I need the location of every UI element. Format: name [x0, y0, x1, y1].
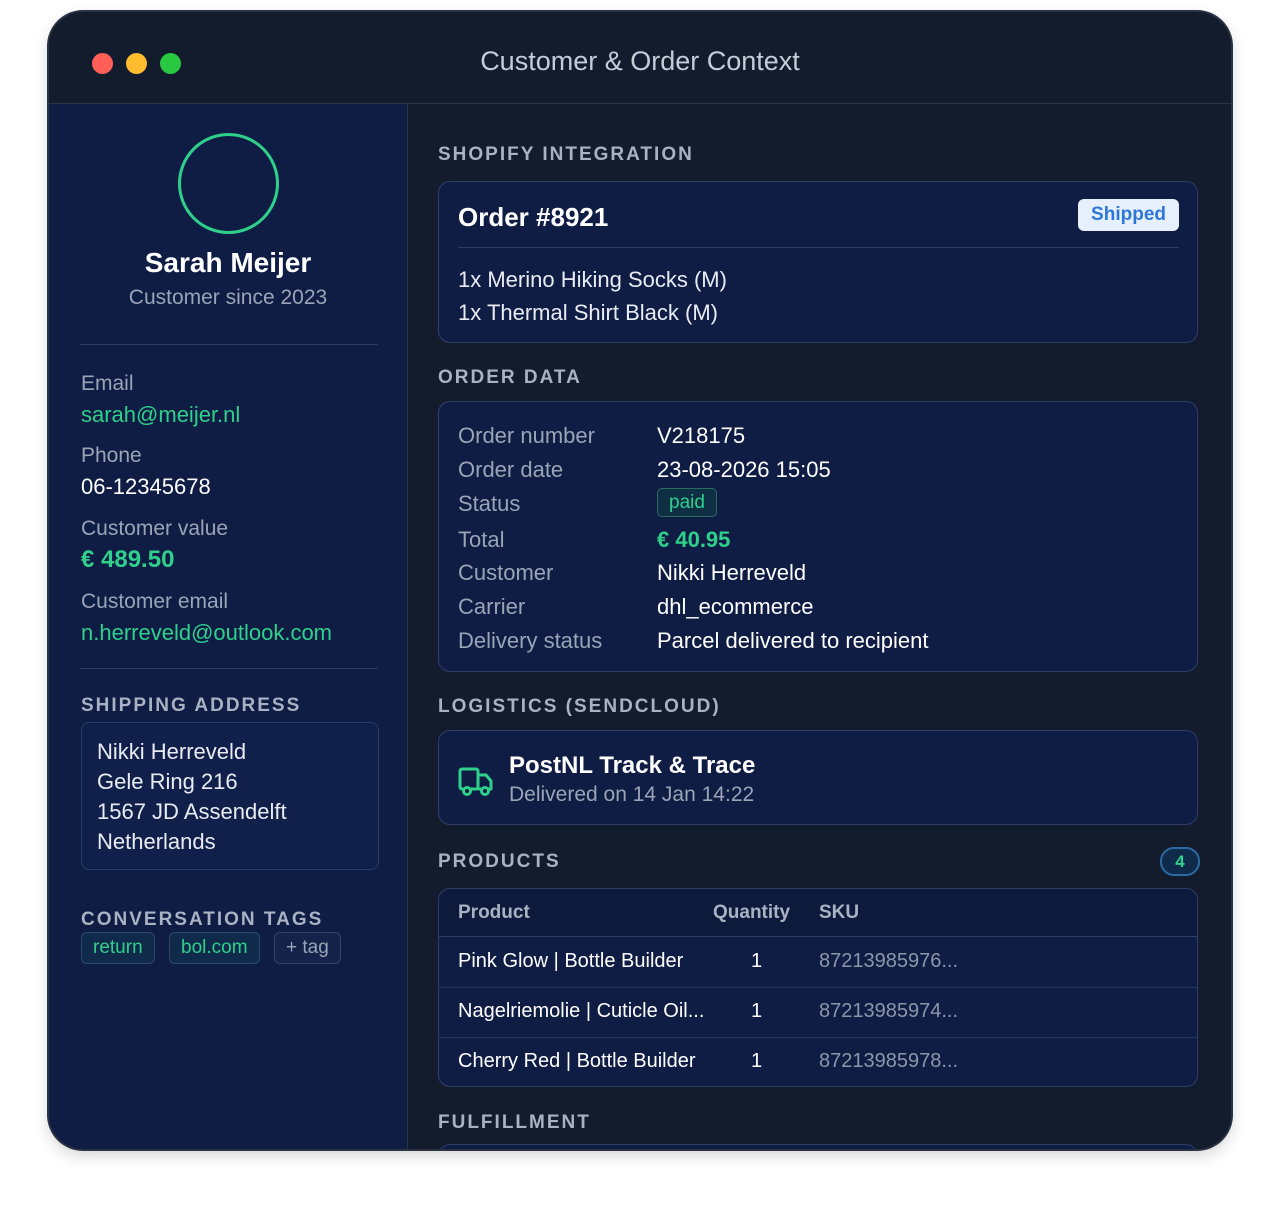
- column-header-quantity: Quantity: [713, 902, 791, 923]
- product-sku: 87213985976...: [819, 950, 959, 972]
- tracking-card[interactable]: PostNL Track & Trace Delivered on 14 Jan…: [438, 730, 1198, 825]
- shopify-integration-heading: SHOPIFY INTEGRATION: [438, 144, 694, 165]
- table-row[interactable]: Pink Glow | Bottle Builder 1 87213985976…: [439, 937, 1197, 988]
- customer-sidebar: Sarah Meijer Customer since 2023 Email s…: [49, 104, 408, 1149]
- status-label: Status: [458, 491, 521, 516]
- table-row[interactable]: Cherry Red | Bottle Builder 1 8721398597…: [439, 1037, 1197, 1086]
- tracking-title: PostNL Track & Trace: [509, 752, 756, 779]
- products-count-badge: 4: [1160, 847, 1200, 876]
- customer-value-label: Customer value: [81, 517, 229, 540]
- order-data-card: Order number V218175 Order date 23-08-20…: [438, 401, 1198, 672]
- tracking-subtitle: Delivered on 14 Jan 14:22: [509, 783, 755, 806]
- product-quantity: 1: [751, 950, 763, 972]
- customer-since: Customer since 2023: [128, 286, 328, 309]
- customer-value-name: Nikki Herreveld: [657, 560, 807, 585]
- address-line: 1567 JD Assendelft: [97, 799, 287, 824]
- table-header: Product Quantity SKU: [439, 889, 1197, 937]
- payment-status-badge: paid: [657, 488, 717, 517]
- truck-icon: [458, 767, 493, 796]
- shipping-address-box: Nikki Herreveld Gele Ring 216 1567 JD As…: [81, 722, 379, 870]
- address-line: Nikki Herreveld: [97, 739, 247, 764]
- product-name: Pink Glow | Bottle Builder: [458, 950, 684, 972]
- fulfillment-heading: FULFILLMENT: [438, 1112, 591, 1133]
- address-line: Gele Ring 216: [97, 769, 238, 794]
- title-bar: Customer & Order Context: [49, 12, 1231, 104]
- products-table: Product Quantity SKU Pink Glow | Bottle …: [438, 888, 1198, 1087]
- fulfillment-card: [438, 1144, 1198, 1149]
- app-window: Customer & Order Context Sarah Meijer Cu…: [49, 12, 1231, 1149]
- delivery-status-label: Delivery status: [458, 628, 603, 653]
- customer-email-link[interactable]: n.herreveld@outlook.com: [81, 620, 332, 646]
- customer-label: Customer: [458, 560, 554, 585]
- address-line: Netherlands: [97, 829, 216, 854]
- product-sku: 87213985978...: [819, 1050, 959, 1072]
- product-sku: 87213985974...: [819, 1000, 959, 1022]
- divider: [458, 247, 1179, 248]
- shopify-order-card: Order #8921 Shipped 1x Merino Hiking Soc…: [438, 181, 1198, 343]
- status-badge: Shipped: [1078, 199, 1179, 231]
- conversation-tags-heading: CONVERSATION TAGS: [81, 909, 324, 930]
- window-title: Customer & Order Context: [480, 46, 800, 76]
- order-item: 1x Thermal Shirt Black (M): [458, 300, 718, 325]
- order-context-panel: SHOPIFY INTEGRATION Order #8921 Shipped …: [408, 104, 1231, 1149]
- carrier-label: Carrier: [458, 594, 526, 619]
- product-quantity: 1: [751, 1000, 763, 1022]
- total-value: € 40.95: [657, 527, 731, 552]
- product-name: Nagelriemolie | Cuticle Oil...: [458, 1000, 705, 1022]
- customer-email-label: Customer email: [81, 590, 229, 613]
- order-number-value: V218175: [657, 423, 746, 448]
- product-name: Cherry Red | Bottle Builder: [458, 1050, 696, 1072]
- products-heading: PRODUCTS: [438, 851, 561, 872]
- phone-label: Phone: [81, 444, 142, 467]
- order-date-label: Order date: [458, 457, 564, 482]
- customer-value: € 489.50: [81, 546, 175, 573]
- column-header-product: Product: [458, 902, 530, 923]
- add-tag-button[interactable]: + tag: [274, 932, 341, 964]
- divider: [80, 668, 378, 669]
- avatar: [178, 133, 279, 234]
- shipping-address-heading: SHIPPING ADDRESS: [81, 695, 302, 716]
- customer-name: Sarah Meijer: [144, 247, 312, 278]
- order-title: Order #8921: [458, 202, 609, 232]
- delivery-status-value: Parcel delivered to recipient: [657, 628, 929, 653]
- order-data-heading: ORDER DATA: [438, 367, 582, 388]
- divider: [80, 344, 378, 345]
- order-date-value: 23-08-2026 15:05: [657, 457, 831, 482]
- phone-value: 06-12345678: [81, 474, 211, 499]
- table-row[interactable]: Nagelriemolie | Cuticle Oil... 1 8721398…: [439, 987, 1197, 1038]
- order-item: 1x Merino Hiking Socks (M): [458, 267, 727, 292]
- email-link[interactable]: sarah@meijer.nl: [81, 402, 240, 428]
- carrier-value: dhl_ecommerce: [657, 594, 814, 619]
- product-quantity: 1: [751, 1050, 763, 1072]
- email-label: Email: [81, 372, 134, 395]
- logistics-heading: LOGISTICS (SENDCLOUD): [438, 696, 721, 717]
- tag-return[interactable]: return: [81, 932, 155, 964]
- tag-bol-com[interactable]: bol.com: [169, 932, 260, 964]
- order-number-label: Order number: [458, 423, 595, 448]
- column-header-sku: SKU: [819, 902, 860, 923]
- total-label: Total: [458, 527, 505, 552]
